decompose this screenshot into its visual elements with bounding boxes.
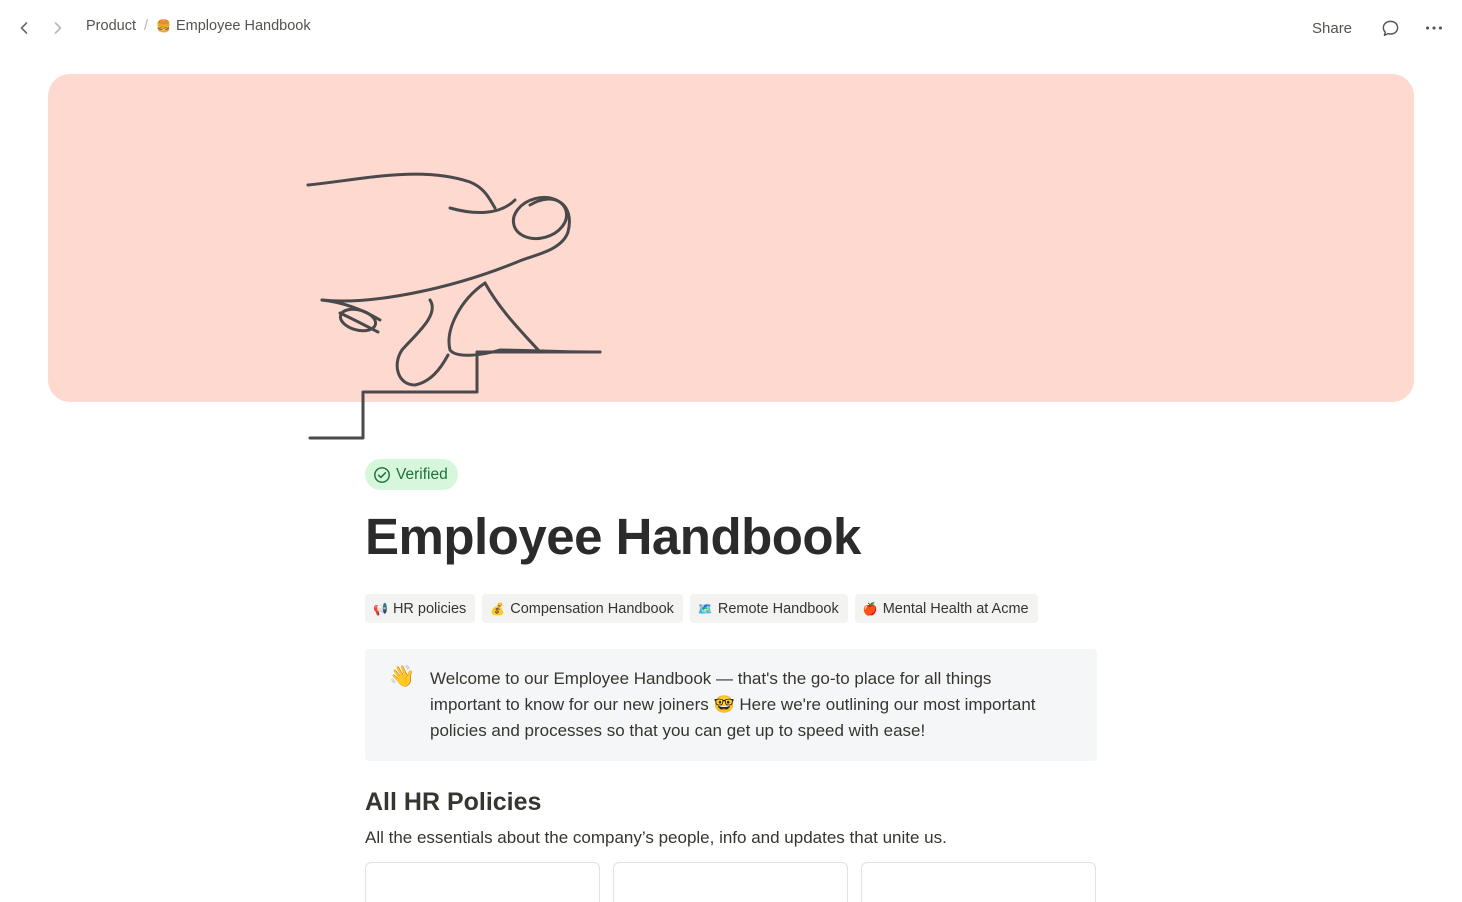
tag-mental-health[interactable]: 🍎 Mental Health at Acme [854, 594, 1038, 623]
chevron-left-icon [20, 22, 28, 34]
apple-icon: 🍎 [862, 601, 878, 616]
breadcrumb: Product / 🍔 Employee Handbook [86, 18, 311, 34]
megaphone-icon: 📢 [373, 601, 388, 616]
policy-card[interactable] [365, 862, 600, 902]
more-button[interactable] [1422, 16, 1446, 40]
comment-button[interactable] [1378, 16, 1402, 40]
back-button[interactable] [13, 17, 35, 39]
tag-list: 📢 HR policies 💰 Compensation Handbook 🗺️… [365, 594, 1038, 623]
breadcrumb-current-label: Employee Handbook [175, 18, 311, 34]
tag-hr-policies[interactable]: 📢 HR policies [365, 594, 476, 623]
policy-card[interactable] [861, 862, 1096, 902]
tag-remote-handbook[interactable]: 🗺️ Remote Handbook [689, 594, 848, 623]
chevron-right-icon [54, 22, 62, 34]
share-button[interactable]: Share [1302, 16, 1362, 40]
comment-icon [1382, 20, 1398, 36]
tag-label: Remote Handbook [717, 600, 839, 617]
verified-label: Verified [396, 465, 448, 483]
waving-hand-icon: 👋 [389, 665, 416, 688]
breadcrumb-separator: / [143, 18, 149, 34]
top-bar: Product / 🍔 Employee Handbook Share [0, 0, 1462, 56]
map-icon: 🗺️ [697, 601, 713, 616]
cover-image[interactable] [48, 74, 1414, 402]
hamburger-emoji-icon: 🍔 [156, 19, 171, 33]
more-horizontal-icon [1426, 26, 1442, 30]
tag-label: HR policies [392, 600, 467, 617]
page-title[interactable]: Employee Handbook [365, 507, 861, 566]
money-bag-icon: 💰 [490, 601, 506, 616]
section-title: All HR Policies [365, 788, 542, 816]
breadcrumb-item-product[interactable]: Product [86, 18, 136, 34]
tag-label: Mental Health at Acme [882, 600, 1029, 617]
cover-illustration [306, 172, 602, 440]
forward-button[interactable] [47, 17, 69, 39]
tag-compensation-handbook[interactable]: 💰 Compensation Handbook [482, 594, 683, 623]
section-subtitle: All the essentials about the company’s p… [365, 828, 947, 847]
callout-text: Welcome to our Employee Handbook — that'… [430, 669, 1036, 740]
breadcrumb-item-current[interactable]: 🍔 Employee Handbook [156, 18, 311, 34]
check-circle-icon [374, 466, 390, 483]
verified-badge[interactable]: Verified [365, 459, 458, 490]
welcome-callout[interactable]: 👋 Welcome to our Employee Handbook — tha… [365, 649, 1097, 761]
tag-label: Compensation Handbook [510, 600, 674, 617]
policy-card[interactable] [613, 862, 848, 902]
